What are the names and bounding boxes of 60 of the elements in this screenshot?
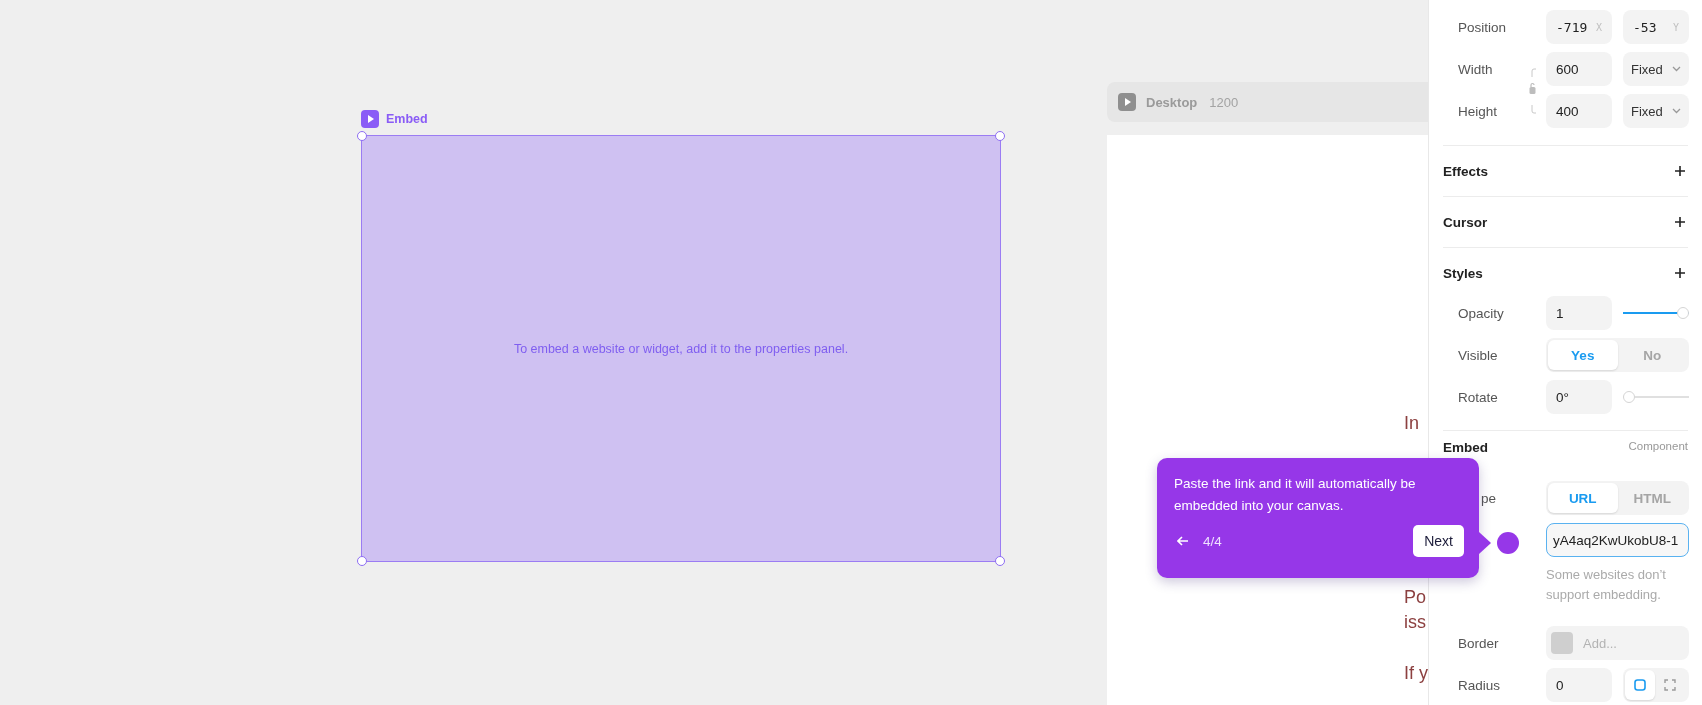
resize-handle[interactable] bbox=[995, 131, 1005, 141]
section-title: Styles bbox=[1443, 265, 1483, 281]
frame-width: 1200 bbox=[1209, 94, 1239, 110]
tooltip-text: Paste the link and it will automatically be embedded into your canvas. bbox=[1174, 475, 1417, 515]
step-counter: 4/4 bbox=[1203, 533, 1222, 549]
frame-label[interactable]: Embed bbox=[386, 112, 428, 126]
resize-handle[interactable] bbox=[357, 131, 367, 141]
hint-text: Some websites don’t support embedding. bbox=[1546, 566, 1667, 604]
field-label: Position bbox=[1458, 19, 1508, 35]
page-text: If y bbox=[1404, 662, 1428, 685]
play-icon bbox=[361, 110, 379, 128]
corners-icon bbox=[1664, 679, 1676, 691]
plus-icon bbox=[1674, 267, 1686, 279]
plus-icon bbox=[1674, 216, 1686, 228]
color-swatch bbox=[1551, 632, 1573, 654]
number-field[interactable]: 400 bbox=[1546, 94, 1612, 128]
dropdown-value: Fixed bbox=[1631, 61, 1663, 77]
mode-dropdown[interactable]: Fixed bbox=[1623, 94, 1689, 128]
slider[interactable] bbox=[1623, 307, 1689, 319]
chevron-down-icon bbox=[1672, 108, 1681, 114]
slider[interactable] bbox=[1623, 391, 1689, 403]
field-label: Opacity bbox=[1458, 305, 1505, 321]
slider-thumb[interactable] bbox=[1623, 391, 1635, 403]
field-value: -53 bbox=[1633, 19, 1657, 35]
dropdown-value: Fixed bbox=[1631, 103, 1663, 119]
field-value: -719 bbox=[1556, 19, 1588, 35]
link-icon bbox=[1529, 68, 1537, 114]
number-field[interactable]: 1 bbox=[1546, 296, 1612, 330]
number-field[interactable]: 600 bbox=[1546, 52, 1612, 86]
url-field[interactable]: yA4aq2KwUkobU8-1 bbox=[1546, 523, 1689, 557]
resize-handle[interactable] bbox=[995, 556, 1005, 566]
plus-icon bbox=[1674, 165, 1686, 177]
next-button[interactable]: Next bbox=[1413, 525, 1464, 557]
field-label: Visible bbox=[1458, 347, 1499, 363]
field-label: Width bbox=[1458, 61, 1494, 77]
mode-dropdown[interactable]: Fixed bbox=[1623, 52, 1689, 86]
section-title: Cursor bbox=[1443, 214, 1488, 230]
field-label: Height bbox=[1458, 103, 1499, 119]
section-note: Component bbox=[1628, 440, 1688, 452]
frame-title: Desktop bbox=[1146, 94, 1198, 110]
page-text: iss bbox=[1404, 611, 1426, 634]
field-label: Border bbox=[1458, 635, 1500, 651]
resize-handle[interactable] bbox=[357, 556, 367, 566]
field-label: pe bbox=[1480, 490, 1498, 506]
page-text: In bbox=[1404, 412, 1419, 435]
field-label: Rotate bbox=[1458, 389, 1499, 405]
chevron-down-icon bbox=[1672, 66, 1681, 72]
number-field[interactable]: 0° bbox=[1546, 380, 1612, 414]
number-field[interactable]: 0 bbox=[1546, 668, 1612, 702]
page-text: Po bbox=[1404, 586, 1427, 609]
square-icon bbox=[1634, 679, 1646, 691]
field-label: Radius bbox=[1458, 677, 1502, 693]
placeholder-message: To embed a website or widget, add it to the properties panel. bbox=[513, 341, 849, 356]
field-placeholder: Add... bbox=[1583, 635, 1617, 651]
radius-option[interactable] bbox=[1625, 670, 1655, 700]
section-title: Embed bbox=[1443, 440, 1488, 455]
slider-thumb[interactable] bbox=[1677, 307, 1689, 319]
play-icon bbox=[1118, 93, 1136, 111]
section-title: Effects bbox=[1443, 163, 1488, 179]
back-arrow-icon bbox=[1177, 536, 1189, 546]
